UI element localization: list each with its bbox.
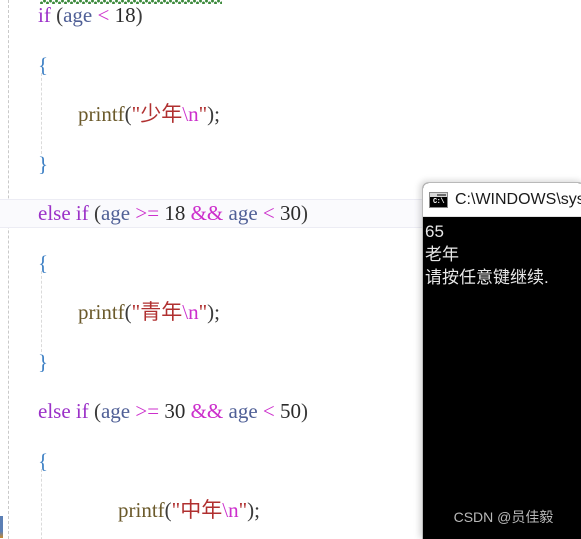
code-token-paren: ( [50, 3, 64, 27]
code-line[interactable]: { [0, 41, 581, 90]
code-line-content: } [0, 338, 48, 387]
code-token-str: "少年 [131, 102, 183, 126]
code-token-esc: \n [222, 498, 239, 522]
code-token-str: " [238, 498, 248, 522]
console-output-area[interactable]: 65 老年请按任意键继续. [423, 217, 581, 539]
code-line-content: printf("少年\n"); [0, 90, 220, 139]
code-token-num: 18 [114, 3, 136, 27]
code-line-content: if (age < 18) [0, 0, 143, 40]
code-token-op: < [262, 399, 275, 423]
code-line-content: { [0, 239, 48, 288]
code-token-ident: age [100, 399, 131, 423]
code-token-str: "中年 [171, 498, 223, 522]
console-window[interactable]: C:\ C:\WINDOWS\sys 65 老年请按任意键继续. CSDN @员佳… [422, 182, 581, 539]
code-token-kw: else if [38, 201, 89, 225]
code-token-op: < [97, 3, 110, 27]
code-token-op: && [190, 399, 224, 423]
console-titlebar[interactable]: C:\ C:\WINDOWS\sys [423, 183, 581, 217]
cmd-icon-glyph: C:\ [430, 196, 447, 207]
console-output-line: 请按任意键继续. [425, 268, 549, 287]
code-token-paren: ) [301, 201, 308, 225]
code-token-ident: age [228, 399, 258, 423]
code-token-paren: ( [124, 102, 132, 126]
code-token-op: && [190, 201, 224, 225]
code-line-content: printf("青年\n"); [0, 288, 220, 337]
code-line-content: } [0, 140, 48, 189]
code-line[interactable]: printf("少年\n"); [0, 90, 581, 139]
code-token-fn: printf [78, 300, 125, 324]
cmd-console-icon: C:\ [429, 191, 448, 208]
code-token-semi: ; [214, 300, 220, 324]
code-line[interactable]: if (age < 18) [0, 0, 581, 40]
code-token-esc: \n [182, 300, 199, 324]
code-token-paren: ) [301, 399, 308, 423]
screenshot-root: if (age < 18){printf("少年\n");} else if (a… [0, 0, 581, 539]
code-token-kw: else if [38, 399, 89, 423]
code-line-content: else if (age >= 30 && age < 50) [0, 387, 308, 436]
code-token-num: 18 [164, 201, 186, 225]
code-line-content: printf("中年\n"); [0, 486, 260, 535]
code-line-content: else if (age >= 18 && age < 30) [0, 189, 308, 238]
code-token-num: 50 [280, 399, 301, 423]
code-line-content: { [0, 437, 48, 486]
console-title-text: C:\WINDOWS\sys [455, 190, 581, 208]
code-token-brace: } [38, 151, 49, 176]
code-token-op: >= [135, 399, 160, 423]
code-token-str: " [198, 300, 208, 324]
code-token-paren: ( [88, 399, 101, 423]
code-token-op: < [262, 201, 275, 225]
code-token-num: 30 [280, 201, 301, 225]
code-token-ident: age [63, 3, 93, 27]
code-token-num: 30 [164, 399, 186, 423]
code-token-semi: ; [214, 102, 220, 126]
code-token-brace: { [38, 52, 49, 77]
code-token-brace: } [38, 349, 49, 374]
code-token-ident: age [100, 201, 131, 225]
code-token-paren: ) [135, 3, 143, 27]
code-token-esc: \n [182, 102, 199, 126]
console-output-line: 老年 [425, 245, 459, 264]
code-token-brace: { [38, 250, 49, 275]
code-token-str: " [198, 102, 208, 126]
code-token-str: "青年 [131, 300, 183, 324]
code-token-paren: ( [124, 300, 132, 324]
code-token-ident: age [228, 201, 258, 225]
code-token-op: >= [135, 201, 160, 225]
code-token-fn: printf [78, 102, 125, 126]
code-token-kw: if [38, 3, 51, 27]
code-token-brace: { [38, 448, 49, 473]
code-token-paren: ( [88, 201, 101, 225]
watermark-text: CSDN @员佳毅 [453, 509, 554, 525]
console-output-line: 65 [425, 222, 444, 241]
code-token-fn: printf [118, 498, 165, 522]
code-token-semi: ; [254, 498, 260, 522]
code-line-content: { [0, 41, 48, 90]
code-line-content: } [0, 536, 48, 539]
code-token-paren: ( [164, 498, 172, 522]
